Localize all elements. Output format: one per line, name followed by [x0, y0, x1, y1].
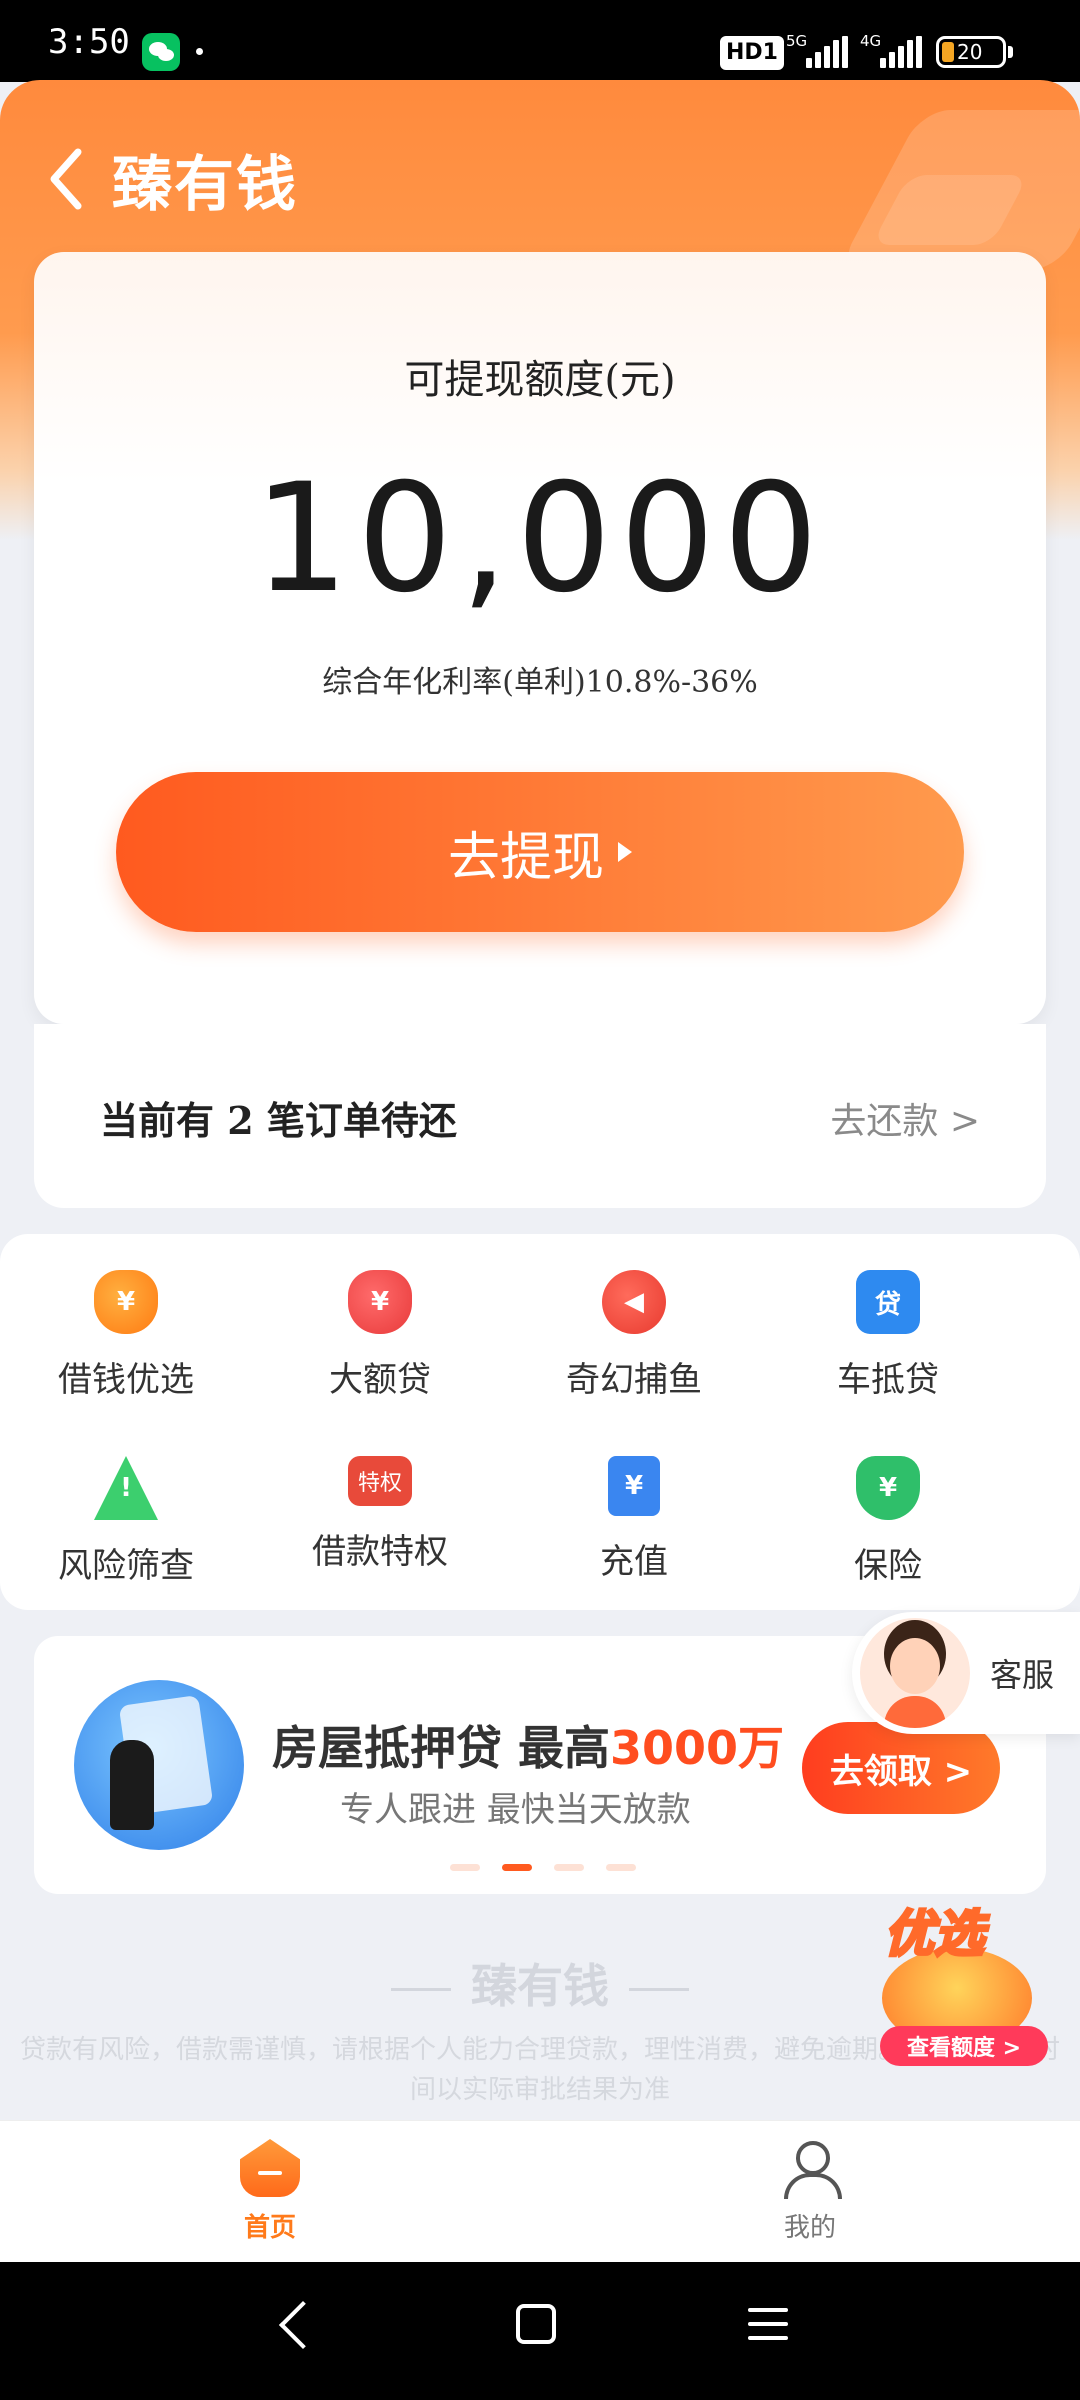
user-profile-icon	[780, 2139, 842, 2199]
status-bar: 3:50 HD1 5G 4G 20	[0, 0, 1080, 82]
signal-4g-icon	[880, 36, 922, 68]
withdraw-button-label: 去提现	[447, 827, 604, 888]
bottom-navigation: 首页 我的	[0, 2120, 1080, 2262]
pending-orders-card: 当前有 2 笔订单待还 去还款 >	[34, 1024, 1046, 1208]
view-quota-button[interactable]: 查看额度 >	[880, 2026, 1048, 2066]
nav-item-mine[interactable]: 我的	[730, 2139, 890, 2244]
pending-orders-text: 当前有 2 笔订单待还	[100, 1098, 457, 1143]
car-loan-icon: 贷	[856, 1270, 920, 1334]
red-money-bag-icon: ¥	[348, 1270, 412, 1334]
nav-label-mine: 我的	[783, 2213, 836, 2243]
service-label: 大额贷	[329, 1360, 431, 1400]
wechat-notification-icon	[142, 33, 180, 71]
carousel-dot	[606, 1864, 636, 1871]
repay-link[interactable]: 去还款 >	[830, 1092, 980, 1144]
credit-label: 可提现额度(元)	[404, 357, 676, 403]
promo-title: 优选	[883, 1904, 986, 1965]
battery-level	[942, 42, 954, 62]
withdraw-button[interactable]: 去提现	[116, 772, 964, 932]
back-arrow-icon[interactable]	[46, 144, 90, 214]
customer-service-button[interactable]: 客服	[852, 1612, 1080, 1734]
carousel-dot-active	[502, 1864, 532, 1871]
nav-item-home[interactable]: 首页	[190, 2139, 350, 2244]
banner-illustration	[74, 1680, 244, 1850]
insurance-shield-icon: ¥	[856, 1456, 920, 1520]
warning-icon: !	[94, 1456, 158, 1520]
service-item-insurance[interactable]: ¥ 保险	[778, 1456, 998, 1587]
service-label: 借款特权	[312, 1532, 448, 1572]
hd-badge: HD1	[720, 36, 784, 70]
money-bag-icon: ¥	[94, 1270, 158, 1334]
service-item-car-loan[interactable]: 贷 车抵贷	[778, 1270, 998, 1401]
service-item-fishing-game[interactable]: ◀ 奇幻捕鱼	[524, 1270, 744, 1401]
banner-title-prefix: 房屋抵押贷 最高	[272, 1721, 611, 1775]
footer-brand-text: 臻有钱	[471, 1959, 609, 2013]
play-arrow-icon	[618, 842, 632, 862]
home-icon	[240, 2139, 300, 2197]
carousel-indicator	[450, 1864, 670, 1872]
recharge-icon: ¥	[608, 1456, 660, 1516]
battery-icon: 20	[936, 36, 1006, 68]
system-home-icon[interactable]	[516, 2304, 556, 2344]
notification-dot-icon	[196, 48, 203, 55]
service-label: 风险筛查	[58, 1546, 194, 1586]
claim-button[interactable]: 去领取 >	[802, 1722, 1000, 1814]
service-item-large-loan[interactable]: ¥ 大额贷	[270, 1270, 490, 1401]
customer-service-label: 客服	[990, 1656, 1055, 1694]
service-label: 保险	[854, 1546, 922, 1586]
credit-amount: 10,000	[253, 452, 827, 626]
banner-title: 房屋抵押贷 最高3000万	[272, 1712, 784, 1778]
interest-rate-text: 综合年化利率(单利)10.8%-36%	[322, 665, 758, 700]
banner-subtitle: 专人跟进 最快当天放款	[340, 1790, 691, 1830]
system-menu-icon[interactable]	[748, 2308, 788, 2340]
service-label: 奇幻捕鱼	[566, 1360, 702, 1400]
service-label: 充值	[600, 1542, 668, 1582]
banner-title-highlight: 3000万	[610, 1721, 785, 1775]
divider	[629, 1988, 689, 1991]
signal-5g-icon	[806, 36, 848, 68]
status-time: 3:50	[48, 22, 130, 62]
page-title: 臻有钱	[112, 150, 298, 220]
battery-percent: 20	[957, 40, 983, 64]
services-grid: ¥ 借钱优选 ¥ 大额贷 ◀ 奇幻捕鱼 贷 车抵贷 ! 风险筛查 特权 借款特权…	[0, 1234, 1080, 1610]
divider	[391, 1988, 451, 1991]
customer-service-avatar	[860, 1618, 970, 1728]
battery-tip	[1008, 46, 1013, 58]
system-navigation-bar	[0, 2262, 1080, 2400]
carousel-dot	[554, 1864, 584, 1871]
service-label: 车抵贷	[837, 1360, 939, 1400]
nav-label-home: 首页	[243, 2213, 296, 2243]
credit-card: 可提现额度(元) 10,000 综合年化利率(单利)10.8%-36% 去提现	[34, 252, 1046, 1024]
carousel-dot	[450, 1864, 480, 1871]
service-item-loan-select[interactable]: ¥ 借钱优选	[16, 1270, 236, 1401]
service-label: 借钱优选	[58, 1360, 194, 1400]
service-item-risk-check[interactable]: ! 风险筛查	[16, 1456, 236, 1587]
network-4g-label: 4G	[860, 32, 882, 50]
privilege-icon: 特权	[348, 1456, 412, 1506]
system-back-icon[interactable]	[278, 2300, 328, 2350]
promo-float[interactable]: 优选 查看额度 >	[872, 1894, 1048, 2074]
network-5g-label: 5G	[786, 32, 808, 50]
fish-icon: ◀	[602, 1270, 666, 1334]
service-item-recharge[interactable]: ¥ 充值	[524, 1456, 744, 1583]
service-item-loan-privilege[interactable]: 特权 借款特权	[270, 1456, 490, 1573]
